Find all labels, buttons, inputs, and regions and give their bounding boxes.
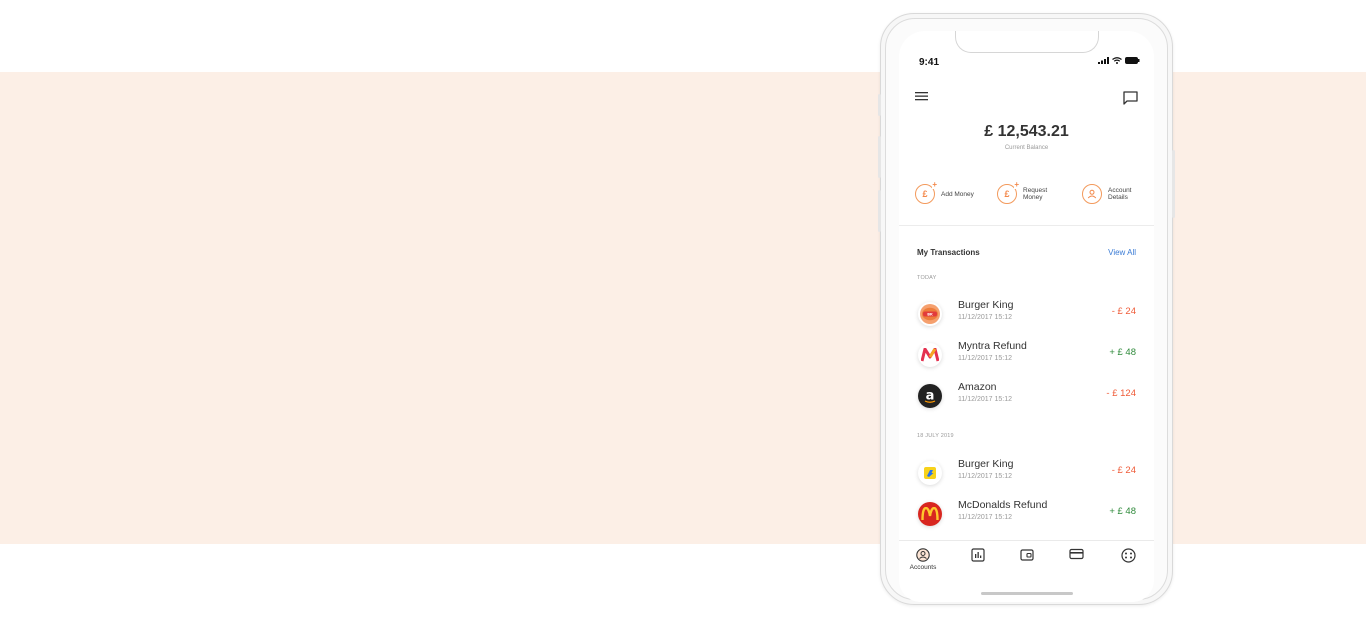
status-icons <box>1098 57 1140 64</box>
amazon-logo: a <box>918 384 942 408</box>
transaction-name: Myntra Refund <box>958 340 1027 352</box>
transaction-amount: + £ 48 <box>1109 506 1136 517</box>
transaction-amount: - £ 24 <box>1111 306 1136 317</box>
battery-icon <box>1125 57 1140 64</box>
request-money-icon: £ + <box>997 181 1019 204</box>
transaction-date: 11/12/2017 15:12 <box>958 355 1012 362</box>
transaction-date: 11/12/2017 15:12 <box>958 396 1012 403</box>
transaction-name: Amazon <box>958 381 997 393</box>
transaction-date: 11/12/2017 15:12 <box>958 314 1012 321</box>
view-all-link[interactable]: View All <box>1108 248 1136 257</box>
add-money-label: Add Money <box>941 190 974 198</box>
transaction-group-label: TODAY <box>917 275 937 281</box>
phone-mute-switch <box>878 94 881 116</box>
transaction-amount: - £ 124 <box>1106 388 1136 399</box>
transactions-title: My Transactions <box>917 248 980 257</box>
svg-text:BK: BK <box>927 312 933 316</box>
tab-accounts[interactable]: Accounts <box>905 548 941 571</box>
tab-accounts-label: Accounts <box>909 564 937 571</box>
wallet-icon <box>1020 549 1034 561</box>
phone-notch <box>955 31 1099 53</box>
menu-icon[interactable] <box>915 91 928 101</box>
status-time: 9:41 <box>919 57 940 68</box>
bottom-tab-bar: Accounts <box>899 540 1154 602</box>
phone-volume-up <box>878 136 881 178</box>
transaction-date: 11/12/2017 15:12 <box>958 473 1012 480</box>
account-details-label: Account Details <box>1108 187 1132 201</box>
tab-wallet[interactable] <box>1009 548 1045 562</box>
app-screen: 9:41 £ 12,543.21 Current Balance £ + Add… <box>899 31 1154 602</box>
stats-icon <box>971 548 985 562</box>
account-details-icon <box>1082 184 1102 204</box>
more-icon <box>1120 548 1136 563</box>
phone-volume-down <box>878 190 881 232</box>
quick-actions: £ + Add Money £ + Request Money Account De… <box>899 181 1154 216</box>
tab-cards[interactable] <box>1058 548 1094 560</box>
transaction-amount: + £ 48 <box>1109 347 1136 358</box>
transaction-name: McDonalds Refund <box>958 499 1048 511</box>
tab-stats[interactable] <box>960 548 996 562</box>
burger-king-logo: BK <box>918 302 942 326</box>
card-icon <box>1068 548 1084 560</box>
section-divider <box>899 225 1154 226</box>
phone-power-button <box>1172 150 1175 218</box>
signal-icon <box>1098 57 1109 64</box>
tab-more[interactable] <box>1110 548 1146 563</box>
mcdonalds-logo <box>918 502 942 526</box>
phone-frame: 9:41 £ 12,543.21 Current Balance £ + Add… <box>878 13 1175 605</box>
transaction-row[interactable]: Myntra Refund 11/12/2017 15:12 + £ 48 <box>899 340 1154 374</box>
wifi-icon <box>1112 57 1122 64</box>
myntra-logo <box>918 343 942 367</box>
transaction-amount: - £ 24 <box>1111 465 1136 476</box>
accounts-icon <box>916 548 930 562</box>
transaction-row[interactable]: a Amazon 11/12/2017 15:12 - £ 124 <box>899 381 1154 415</box>
add-money-button[interactable]: £ + Add Money <box>915 181 975 204</box>
add-money-icon: £ + <box>915 181 937 204</box>
transaction-date: 11/12/2017 15:12 <box>958 514 1012 521</box>
transaction-row[interactable]: McDonalds Refund 11/12/2017 15:12 + £ 48 <box>899 499 1154 533</box>
account-details-button[interactable]: Account Details <box>1082 184 1142 204</box>
flipkart-logo <box>918 461 942 485</box>
request-money-button[interactable]: £ + Request Money <box>997 181 1057 204</box>
transaction-row[interactable]: Burger King 11/12/2017 15:12 - £ 24 <box>899 458 1154 492</box>
chat-icon[interactable] <box>1123 91 1138 105</box>
current-balance-caption: Current Balance <box>1004 145 1049 151</box>
transaction-name: Burger King <box>958 458 1014 470</box>
current-balance-amount: £ 12,543.21 <box>984 123 1069 140</box>
transaction-row[interactable]: BK Burger King 11/12/2017 15:12 - £ 24 <box>899 299 1154 333</box>
transaction-name: Burger King <box>958 299 1014 311</box>
request-money-label: Request Money <box>1023 187 1048 201</box>
transaction-group-label: 18 JULY 2019 <box>917 433 954 439</box>
home-indicator <box>981 592 1073 595</box>
